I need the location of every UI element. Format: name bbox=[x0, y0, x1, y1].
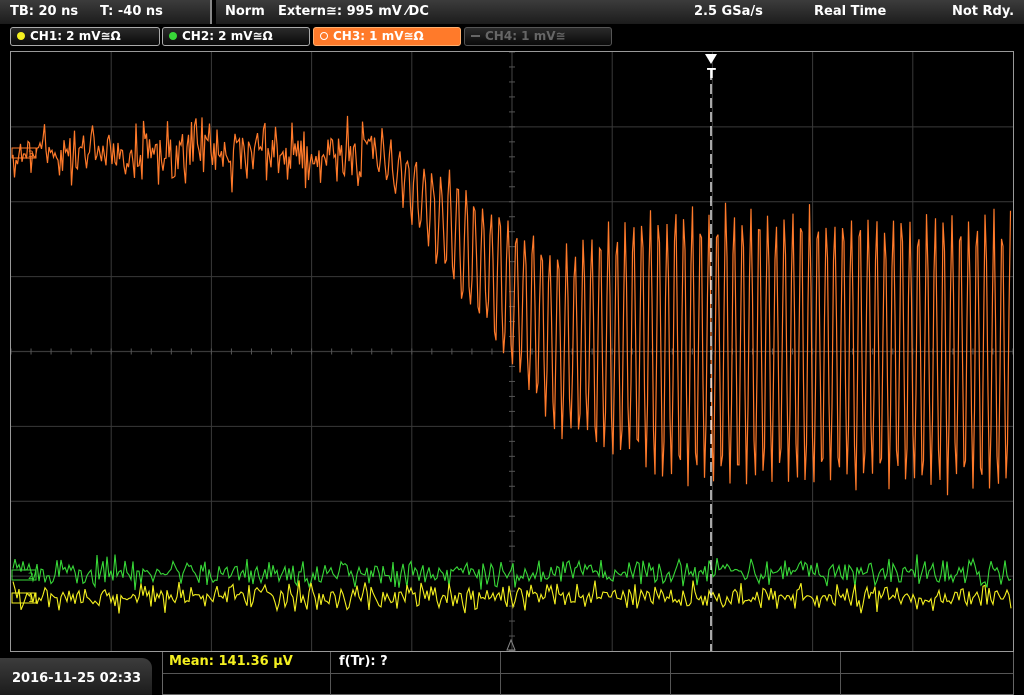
channel-tab-ch2[interactable]: CH2: 2 mV≅Ω bbox=[162, 27, 310, 46]
ch3-label: CH3: 1 mV≅Ω bbox=[333, 29, 424, 43]
trigger-marker-label: T bbox=[707, 67, 716, 82]
ch2-label: CH2: 2 mV≅Ω bbox=[182, 29, 273, 43]
ch4-label: CH4: 1 mV≅ bbox=[485, 29, 566, 43]
channel-tab-ch4[interactable]: CH4: 1 mV≅ bbox=[464, 27, 612, 46]
ch1-dot-icon bbox=[17, 32, 25, 40]
rise-frequency-measurement: f(Tr): ? bbox=[339, 654, 388, 669]
channel-tab-ch3[interactable]: CH3: 1 mV≅Ω bbox=[313, 27, 461, 46]
ch2-level-label: 2 bbox=[28, 572, 34, 582]
ch1-label: CH1: 2 mV≅Ω bbox=[30, 29, 121, 43]
datetime-panel: 2016-11-25 02:33 bbox=[0, 658, 152, 695]
trigger-time-value: T: -40 ns bbox=[100, 4, 163, 19]
timebase-value: TB: 20 ns bbox=[10, 4, 79, 19]
ch3-dot-icon bbox=[320, 32, 328, 40]
waveform-svg: T 3 2 1 bbox=[11, 52, 1013, 651]
ch3-level-label: 3 bbox=[28, 150, 34, 160]
trigger-source: Extern≅: 995 mV ⁄DC bbox=[278, 4, 429, 19]
channel-tab-ch1[interactable]: CH1: 2 mV≅Ω bbox=[10, 27, 160, 46]
timebase-panel[interactable]: TB: 20 ns T: -40 ns bbox=[0, 0, 212, 24]
acquisition-mode: Real Time bbox=[814, 4, 887, 19]
measurement-table[interactable]: Mean: 141.36 µV f(Tr): ? bbox=[162, 652, 1014, 695]
ch1-level-marker[interactable]: 1 bbox=[11, 592, 37, 605]
datetime: 2016-11-25 02:33 bbox=[12, 671, 142, 686]
footer-bar: 2016-11-25 02:33 Mean: 141.36 µV f(Tr): … bbox=[0, 652, 1024, 695]
waveform-display[interactable]: T 3 2 1 bbox=[10, 51, 1014, 652]
trigger-status-panel[interactable]: Norm Extern≅: 995 mV ⁄DC 2.5 GSa/s Real … bbox=[216, 0, 1024, 24]
ch2-dot-icon bbox=[169, 32, 177, 40]
trigger-mode: Norm bbox=[225, 4, 265, 19]
mean-measurement: Mean: 141.36 µV bbox=[169, 654, 293, 669]
sample-rate: 2.5 GSa/s bbox=[694, 4, 763, 19]
ch4-dash-icon bbox=[471, 35, 480, 37]
top-status-bar: TB: 20 ns T: -40 ns Norm Extern≅: 995 mV… bbox=[0, 0, 1024, 24]
acquisition-status: Not Rdy. bbox=[952, 4, 1015, 19]
time-reference-icon bbox=[506, 638, 516, 651]
channel-bar: CH1: 2 mV≅Ω CH2: 2 mV≅Ω CH3: 1 mV≅Ω CH4:… bbox=[0, 26, 1024, 48]
ch1-level-label: 1 bbox=[28, 595, 34, 605]
trigger-marker-icon[interactable] bbox=[705, 54, 717, 64]
